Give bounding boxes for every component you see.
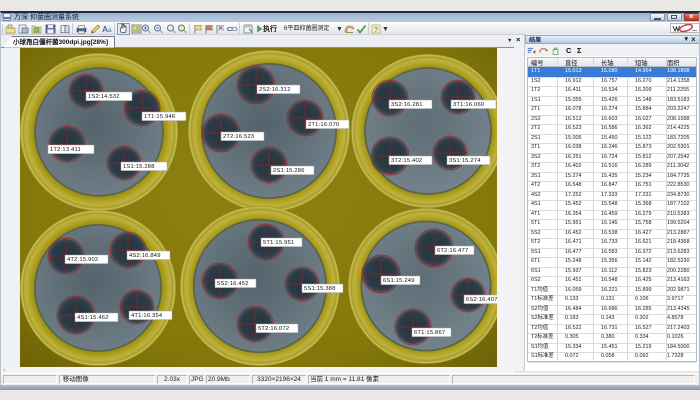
svg-text:6S1:15.249: 6S1:15.249 xyxy=(383,278,415,284)
svg-text:1S1:15.288: 1S1:15.288 xyxy=(123,164,155,170)
svg-text:4T1:16.354: 4T1:16.354 xyxy=(131,313,163,319)
svg-text:2T2:16.523: 2T2:16.523 xyxy=(223,134,254,140)
svg-text:2S1:15.286: 2S1:15.286 xyxy=(273,168,305,174)
svg-text:4T2:15.902: 4T2:15.902 xyxy=(67,257,98,263)
svg-text:6T2:16.477: 6T2:16.477 xyxy=(437,248,468,254)
svg-text:2T1:16.070: 2T1:16.070 xyxy=(308,122,339,128)
svg-text:3T1:16.060: 3T1:16.060 xyxy=(453,102,484,108)
svg-text:5T2:16.072: 5T2:16.072 xyxy=(258,326,289,332)
svg-text:4S1:15.462: 4S1:15.462 xyxy=(77,315,109,321)
svg-text:1S2:14.532: 1S2:14.532 xyxy=(88,94,120,100)
svg-text:3S2:16.281: 3S2:16.281 xyxy=(391,102,423,108)
svg-text:4S2:16.849: 4S2:16.849 xyxy=(129,253,161,259)
svg-text:a: a xyxy=(108,27,112,34)
svg-text:1T2:13.411: 1T2:13.411 xyxy=(50,147,81,153)
svg-text:5S1:15.388: 5S1:15.388 xyxy=(304,286,336,292)
svg-text:5S2:16.452: 5S2:16.452 xyxy=(217,281,249,287)
svg-text:?: ? xyxy=(374,27,378,34)
svg-text:6T1:15.867: 6T1:15.867 xyxy=(414,330,445,336)
svg-text:3T2:15.402: 3T2:15.402 xyxy=(391,158,422,164)
svg-text:6S2:16.407: 6S2:16.407 xyxy=(466,297,497,303)
svg-text:2S2:16.312: 2S2:16.312 xyxy=(259,87,291,93)
svg-text:3S1:15.274: 3S1:15.274 xyxy=(449,158,481,164)
svg-text:1T1:15.946: 1T1:15.946 xyxy=(144,114,175,120)
svg-text:5T1:15.951: 5T1:15.951 xyxy=(263,240,294,246)
